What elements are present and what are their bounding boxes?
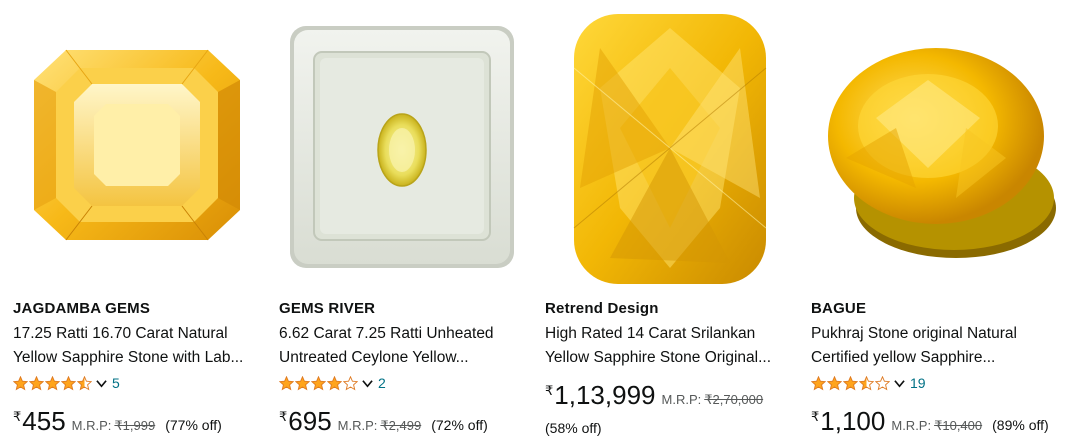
mrp-price: ₹2,499 bbox=[380, 418, 422, 433]
star-rating bbox=[811, 375, 891, 391]
title-line: Untreated Ceylone Yellow... bbox=[279, 349, 469, 366]
price-row[interactable]: ₹ 695 M.R.P: ₹2,499 (72% off) bbox=[279, 406, 488, 436]
product-title[interactable]: High Rated 14 Carat Srilankan Yellow Sap… bbox=[545, 322, 797, 370]
gem-box-image bbox=[290, 26, 514, 268]
product-title[interactable]: 17.25 Ratti 16.70 Carat Natural Yellow S… bbox=[13, 322, 265, 370]
product-brand: GEMS RIVER bbox=[279, 300, 376, 317]
star-half-icon bbox=[77, 375, 92, 390]
star-full-icon bbox=[13, 375, 28, 390]
product-brand: JAGDAMBA GEMS bbox=[13, 300, 151, 317]
star-full-icon bbox=[279, 375, 294, 390]
chevron-down-icon[interactable] bbox=[894, 378, 905, 389]
product-image[interactable] bbox=[540, 8, 798, 288]
rating-count[interactable]: 19 bbox=[910, 375, 926, 391]
title-line: Pukhraj Stone original Natural bbox=[811, 325, 1017, 342]
product-card[interactable]: BAGUE Pukhraj Stone original Natural Cer… bbox=[806, 8, 1064, 436]
title-line: 6.62 Carat 7.25 Ratti Unheated bbox=[279, 325, 494, 342]
emerald-cut-sapphire-image bbox=[34, 49, 240, 241]
star-empty-icon bbox=[343, 375, 358, 390]
currency-symbol: ₹ bbox=[811, 409, 820, 424]
price-row[interactable]: ₹ 1,13,999 M.R.P: ₹2,70,000 bbox=[545, 380, 763, 411]
title-line: Yellow Sapphire Stone with Lab... bbox=[13, 349, 244, 366]
rating[interactable]: 19 bbox=[811, 374, 926, 392]
currency-symbol: ₹ bbox=[13, 409, 22, 424]
star-full-icon bbox=[61, 375, 76, 390]
star-half-icon bbox=[859, 375, 874, 390]
discount: (89% off) bbox=[992, 417, 1049, 433]
mrp-label: M.R.P: bbox=[337, 418, 378, 433]
product-card[interactable]: GEMS RIVER 6.62 Carat 7.25 Ratti Unheate… bbox=[274, 8, 532, 436]
rating-count[interactable]: 5 bbox=[112, 375, 120, 391]
rating[interactable]: 5 bbox=[13, 374, 120, 392]
currency-symbol: ₹ bbox=[279, 409, 288, 424]
discount: (77% off) bbox=[165, 417, 222, 433]
product-brand: BAGUE bbox=[811, 300, 867, 317]
star-full-icon bbox=[29, 375, 44, 390]
currency-symbol: ₹ bbox=[545, 383, 554, 398]
mrp-label: M.R.P: bbox=[71, 418, 112, 433]
star-full-icon bbox=[327, 375, 342, 390]
mrp-label: M.R.P: bbox=[891, 418, 932, 433]
rating[interactable]: 2 bbox=[279, 374, 386, 392]
mrp-price: ₹2,70,000 bbox=[704, 392, 764, 407]
title-line: Certified yellow Sapphire... bbox=[811, 349, 996, 366]
star-full-icon bbox=[843, 375, 858, 390]
price: 695 bbox=[288, 406, 332, 436]
star-rating bbox=[13, 375, 93, 391]
product-image[interactable] bbox=[806, 8, 1064, 288]
chevron-down-icon[interactable] bbox=[96, 378, 107, 389]
mrp-price: ₹1,999 bbox=[114, 418, 156, 433]
cushion-cut-sapphire-image bbox=[573, 14, 767, 284]
star-full-icon bbox=[45, 375, 60, 390]
star-empty-icon bbox=[875, 375, 890, 390]
mrp-label: M.R.P: bbox=[661, 392, 702, 407]
title-line: High Rated 14 Carat Srilankan bbox=[545, 325, 756, 342]
product-grid: JAGDAMBA GEMS 17.25 Ratti 16.70 Carat Na… bbox=[0, 0, 1069, 436]
star-full-icon bbox=[295, 375, 310, 390]
product-image[interactable] bbox=[8, 8, 266, 288]
product-title[interactable]: Pukhraj Stone original Natural Certified… bbox=[811, 322, 1063, 370]
mrp-price: ₹10,400 bbox=[934, 418, 983, 433]
price: 455 bbox=[22, 406, 66, 436]
product-image[interactable] bbox=[274, 8, 532, 288]
title-line: Yellow Sapphire Stone Original... bbox=[545, 349, 772, 366]
price-row[interactable]: ₹ 1,100 M.R.P: ₹10,400 (89% off) bbox=[811, 406, 1049, 436]
star-rating bbox=[279, 375, 359, 391]
product-title[interactable]: 6.62 Carat 7.25 Ratti Unheated Untreated… bbox=[279, 322, 531, 370]
chevron-down-icon[interactable] bbox=[362, 378, 373, 389]
star-full-icon bbox=[311, 375, 326, 390]
price: 1,100 bbox=[820, 406, 886, 436]
discount: (72% off) bbox=[431, 417, 488, 433]
star-full-icon bbox=[827, 375, 842, 390]
price: 1,13,999 bbox=[554, 380, 656, 410]
price-row[interactable]: ₹ 455 M.R.P: ₹1,999 (77% off) bbox=[13, 406, 222, 436]
rating-count[interactable]: 2 bbox=[378, 375, 386, 391]
star-full-icon bbox=[811, 375, 826, 390]
product-card[interactable]: Retrend Design High Rated 14 Carat Srila… bbox=[540, 8, 798, 436]
discount: (58% off) bbox=[545, 420, 602, 436]
title-line: 17.25 Ratti 16.70 Carat Natural bbox=[13, 325, 228, 342]
oval-sapphire-image bbox=[828, 48, 1056, 258]
product-brand: Retrend Design bbox=[545, 300, 659, 317]
product-card[interactable]: JAGDAMBA GEMS 17.25 Ratti 16.70 Carat Na… bbox=[8, 8, 266, 436]
